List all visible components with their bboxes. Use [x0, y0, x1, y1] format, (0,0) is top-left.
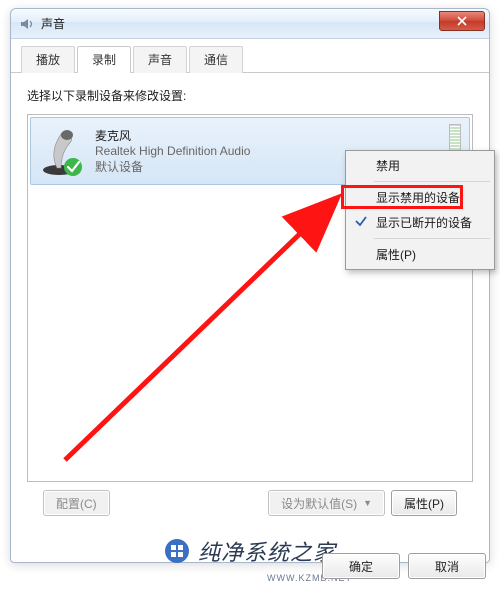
tab-content: 选择以下录制设备来修改设置: 麦克风 Realtek High Definiti… [11, 73, 489, 526]
tab-recording[interactable]: 录制 [77, 46, 131, 73]
device-actions: 配置(C) 设为默认值(S) ▼ 属性(P) [27, 490, 473, 516]
device-status: 默认设备 [95, 158, 250, 175]
sound-sys-icon [19, 16, 35, 32]
tab-communications[interactable]: 通信 [189, 46, 243, 73]
properties-button[interactable]: 属性(P) [391, 490, 457, 516]
close-button[interactable] [439, 11, 485, 31]
check-icon [354, 214, 368, 231]
configure-button[interactable]: 配置(C) [43, 490, 110, 516]
device-driver: Realtek High Definition Audio [95, 144, 250, 158]
menu-separator [374, 181, 490, 182]
dialog-footer: 确定 取消 [322, 553, 486, 579]
menu-item-properties[interactable]: 属性(P) [348, 242, 492, 267]
tabstrip: 播放 录制 声音 通信 [11, 39, 489, 73]
window-title: 声音 [41, 15, 65, 32]
device-name: 麦克风 [95, 127, 250, 144]
menu-item-disable[interactable]: 禁用 [348, 153, 492, 178]
set-default-label: 设为默认值(S) [281, 495, 357, 512]
menu-separator [374, 238, 490, 239]
watermark-text: 纯净系统之家 [198, 535, 336, 567]
titlebar[interactable]: 声音 [11, 9, 489, 39]
sound-dialog: 声音 播放 录制 声音 通信 选择以下录制设备来修改设置: [10, 8, 490, 563]
annotation-highlight-box [341, 185, 463, 209]
set-default-button[interactable]: 设为默认值(S) ▼ [268, 490, 385, 516]
microphone-icon [39, 124, 87, 176]
instruction-text: 选择以下录制设备来修改设置: [27, 87, 473, 104]
menu-item-show-disconnected[interactable]: 显示已断开的设备 [348, 210, 492, 235]
device-text: 麦克风 Realtek High Definition Audio 默认设备 [95, 124, 250, 178]
context-menu: 禁用 显示禁用的设备 显示已断开的设备 属性(P) [345, 150, 495, 270]
chevron-down-icon: ▼ [363, 498, 372, 508]
ok-button[interactable]: 确定 [322, 553, 400, 579]
close-icon [457, 16, 467, 26]
watermark-icon [164, 538, 190, 564]
tab-sounds[interactable]: 声音 [133, 46, 187, 73]
cancel-button[interactable]: 取消 [408, 553, 486, 579]
tab-playback[interactable]: 播放 [21, 46, 75, 73]
menu-item-label: 显示已断开的设备 [376, 216, 472, 230]
